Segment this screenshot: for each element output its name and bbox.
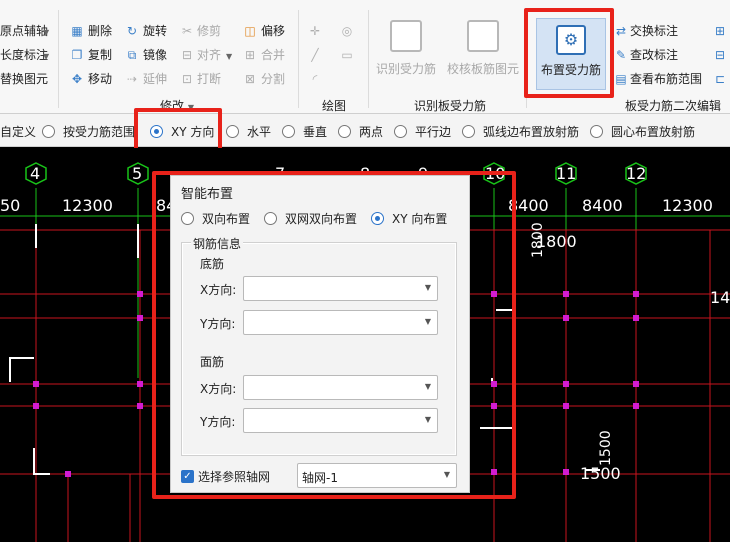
trim-button[interactable]: 修剪	[197, 24, 221, 38]
radio-icon	[590, 125, 603, 138]
option-vertical[interactable]: 垂直	[282, 123, 327, 140]
radio-icon	[282, 125, 295, 138]
extra-tool-icon-2[interactable]: ⊟	[713, 48, 727, 62]
check-slab-rebar-button[interactable]: 校核板筋图元	[447, 20, 519, 77]
align-button[interactable]: 对齐	[197, 48, 221, 62]
copy-icon: ❐	[71, 48, 83, 62]
axis-label-11: 11	[556, 164, 577, 183]
rotate-icon: ↻	[126, 24, 138, 38]
rebar-label: 14	[710, 288, 730, 307]
origin-aux-axis-item[interactable]: 原点辅轴	[0, 24, 48, 38]
extra-tool-icon-3[interactable]: ⊏	[713, 72, 727, 86]
extend-button[interactable]: 延伸	[143, 72, 167, 86]
line-icon[interactable]: ╱	[308, 48, 322, 62]
delete-button[interactable]: 删除	[88, 24, 112, 38]
circle-dot-icon[interactable]: ◎	[340, 24, 354, 38]
radio-icon	[338, 125, 351, 138]
replace-element-item[interactable]: 替换图元	[0, 72, 48, 86]
radio-icon	[42, 125, 55, 138]
highlight-dialog	[152, 171, 516, 499]
move-button[interactable]: 移动	[88, 72, 112, 86]
copy-button[interactable]: 复制	[88, 48, 112, 62]
option-two-points[interactable]: 两点	[338, 123, 383, 140]
option-parallel-edge[interactable]: 平行边	[394, 123, 451, 140]
point-icon[interactable]: ✛	[308, 24, 322, 38]
option-arc-radial[interactable]: 弧线边布置放射筋	[462, 123, 579, 140]
check-slab-icon	[467, 20, 499, 52]
rotate-button[interactable]: 旋转	[143, 24, 167, 38]
arc-icon[interactable]: ◜	[308, 72, 322, 86]
group-label-secondary: 板受力筋二次编辑	[625, 99, 722, 113]
chevron-down-icon: ▼	[226, 52, 233, 61]
axis-label-5: 5	[132, 164, 143, 183]
dimension-text: 50	[0, 196, 21, 215]
length-dimension-item[interactable]: 长度标注	[0, 48, 48, 62]
mirror-button[interactable]: 镜像	[143, 48, 167, 62]
option-center-radial[interactable]: 圆心布置放射筋	[590, 123, 695, 140]
highlight-layout-button	[524, 8, 614, 98]
split-button[interactable]: 分割	[261, 72, 285, 86]
mirror-icon: ⧉	[127, 48, 137, 62]
identify-rebar-icon	[390, 20, 422, 52]
rectangle-icon[interactable]: ▭	[340, 48, 354, 62]
group-label-draw: 绘图	[322, 99, 347, 113]
offset-button[interactable]: 偏移	[261, 24, 285, 38]
view-range-button[interactable]: 查看布筋范围	[630, 72, 702, 86]
swap-label-icon: ⇄	[615, 24, 627, 38]
option-horizontal[interactable]: 水平	[226, 123, 271, 140]
view-range-icon: ▤	[615, 72, 627, 86]
delete-icon: ▦	[71, 24, 83, 38]
group-label-identify: 识别板受力筋	[414, 99, 487, 113]
align-icon: ⊟	[181, 48, 193, 62]
dimension-text: 12300	[662, 196, 713, 215]
radio-icon	[462, 125, 475, 138]
option-custom[interactable]: 自定义	[0, 123, 36, 140]
chevron-down-icon: ▼	[43, 28, 50, 37]
radio-icon	[226, 125, 239, 138]
ribbon-toolbar: 原点辅轴 ▼ 长度标注 ▼ 替换图元 ▦ 删除 ↻ 旋转 ✂ 修剪 ◫ 偏移 ❐…	[0, 0, 730, 114]
edit-label-icon: ✎	[615, 48, 627, 62]
merge-button[interactable]: 合并	[261, 48, 285, 62]
break-button[interactable]: 打断	[197, 72, 221, 86]
rebar-label: 1500	[580, 464, 621, 483]
merge-icon: ⊞	[244, 48, 256, 62]
extra-tool-icon-1[interactable]: ⊞	[713, 24, 727, 38]
edit-label-button[interactable]: 查改标注	[630, 48, 678, 62]
option-by-range[interactable]: 按受力筋范围	[42, 123, 135, 140]
split-icon: ⊠	[244, 72, 256, 86]
radio-icon	[394, 125, 407, 138]
move-icon: ✥	[71, 72, 83, 86]
highlight-xy-option	[134, 108, 222, 152]
axis-label-4: 4	[30, 164, 41, 183]
extend-icon: ⇢	[126, 72, 138, 86]
dimension-text: 8400	[582, 196, 623, 215]
offset-icon: ◫	[244, 24, 256, 38]
rebar-label-vertical: 1800	[530, 222, 546, 258]
swap-label-button[interactable]: 交换标注	[630, 24, 678, 38]
identify-rebar-button[interactable]: 识别受力筋	[376, 20, 436, 77]
layout-options-bar: 自定义 按受力筋范围 XY 方向 水平 垂直 两点 平行边 弧线边布置放射筋 圆…	[0, 114, 730, 147]
rebar-label-vertical: 1500	[598, 430, 614, 466]
break-icon: ⊡	[181, 72, 193, 86]
trim-icon: ✂	[181, 24, 193, 38]
chevron-down-icon: ▼	[43, 52, 50, 61]
axis-label-12: 12	[626, 164, 647, 183]
dimension-text: 12300	[62, 196, 113, 215]
